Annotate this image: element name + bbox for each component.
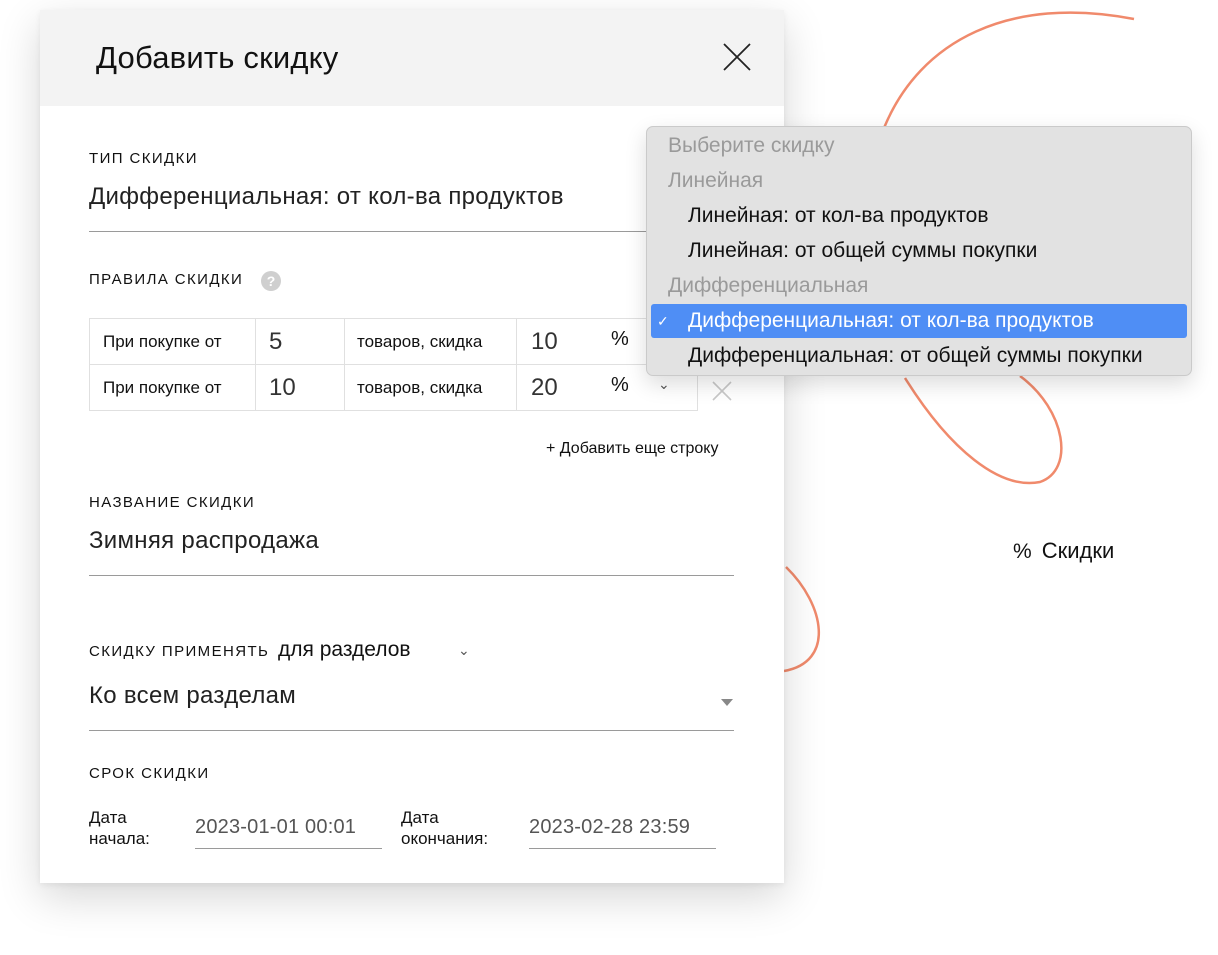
rule-middle-text: товаров, скидка <box>344 364 517 411</box>
sections-underline <box>89 730 734 731</box>
close-icon <box>723 43 751 71</box>
chevron-down-icon[interactable]: ⌄ <box>458 642 470 659</box>
decorative-curve-top <box>882 11 1135 129</box>
discount-name-underline <box>89 575 734 576</box>
modal-title: Добавить скидку <box>96 40 339 75</box>
caret-down-icon[interactable] <box>721 699 733 706</box>
remove-row-button[interactable] <box>710 379 734 403</box>
start-date-label: Дата начала: <box>89 807 150 849</box>
add-row-link[interactable]: + Добавить еще строку <box>546 440 718 458</box>
decorative-curve-loop <box>903 374 1063 485</box>
rule-discount-value: 10 <box>531 327 558 355</box>
sections-select[interactable]: Ко всем разделам <box>89 682 296 710</box>
discount-type-label: ТИП СКИДКИ <box>89 150 198 167</box>
rule-quantity-input[interactable]: 10 <box>255 364 345 411</box>
discounts-badge: % Скидки <box>1013 538 1114 564</box>
dropdown-option-label: Дифференциальная: от кол-ва продуктов <box>688 309 1094 332</box>
end-date-label-line2: окончания: <box>401 829 489 848</box>
rule-unit-select[interactable]: % <box>611 328 629 351</box>
rule-middle-text: товаров, скидка <box>344 318 517 365</box>
close-icon <box>712 381 732 401</box>
discount-period-label: СРОК СКИДКИ <box>89 765 210 782</box>
percent-icon: % <box>1013 540 1032 563</box>
start-date-label-line1: Дата <box>89 808 127 827</box>
discount-type-dropdown: Выберите скидку Линейная Линейная: от ко… <box>646 126 1192 376</box>
modal-header: Добавить скидку <box>40 10 784 106</box>
apply-mode-select[interactable]: для разделов <box>278 638 411 662</box>
close-button[interactable] <box>720 40 754 74</box>
rule-quantity-input[interactable]: 5 <box>255 318 345 365</box>
rule-discount-value: 20 <box>531 373 558 401</box>
discount-type-underline <box>89 231 734 232</box>
discount-name-input[interactable]: Зимняя распродажа <box>89 527 319 555</box>
dropdown-option-linear-sum[interactable]: Линейная: от общей суммы покупки <box>651 234 1187 268</box>
end-date-label-line1: Дата <box>401 808 439 827</box>
discount-rules-table: При покупке от 5 товаров, скидка 10 % Пр… <box>89 318 698 411</box>
dropdown-placeholder: Выберите скидку <box>668 134 835 157</box>
start-date-label-line2: начала: <box>89 829 150 848</box>
end-date-input[interactable]: 2023-02-28 23:59 <box>529 816 716 849</box>
dropdown-option-differential-sum[interactable]: Дифференциальная: от общей суммы покупки <box>651 339 1187 373</box>
discount-rules-label: ПРАВИЛА СКИДКИ <box>89 271 244 288</box>
discounts-badge-label: Скидки <box>1041 538 1115 563</box>
apply-label: СКИДКУ ПРИМЕНЯТЬ <box>89 643 270 660</box>
checkmark-icon: ✓ <box>657 313 669 329</box>
end-date-label: Дата окончания: <box>401 807 488 849</box>
table-row: При покупке от 5 товаров, скидка 10 % <box>89 318 698 365</box>
decorative-curve-bottom <box>783 566 821 673</box>
dropdown-group-linear: Линейная <box>668 169 764 192</box>
discount-type-select[interactable]: Дифференциальная: от кол-ва продуктов <box>89 183 564 211</box>
rule-unit-select[interactable]: % <box>611 374 629 397</box>
chevron-down-icon[interactable]: ⌄ <box>658 376 670 393</box>
dropdown-option-linear-quantity[interactable]: Линейная: от кол-ва продуктов <box>651 199 1187 233</box>
help-icon[interactable]: ? <box>261 271 281 291</box>
dropdown-option-differential-quantity[interactable]: ✓ Дифференциальная: от кол-ва продуктов <box>651 304 1187 338</box>
rule-prefix: При покупке от <box>89 364 256 411</box>
table-row: При покупке от 10 товаров, скидка 20 % ⌄ <box>89 364 698 411</box>
discount-name-label: НАЗВАНИЕ СКИДКИ <box>89 494 256 511</box>
start-date-input[interactable]: 2023-01-01 00:01 <box>195 816 382 849</box>
dropdown-group-differential: Дифференциальная <box>668 274 869 297</box>
rule-prefix: При покупке от <box>89 318 256 365</box>
